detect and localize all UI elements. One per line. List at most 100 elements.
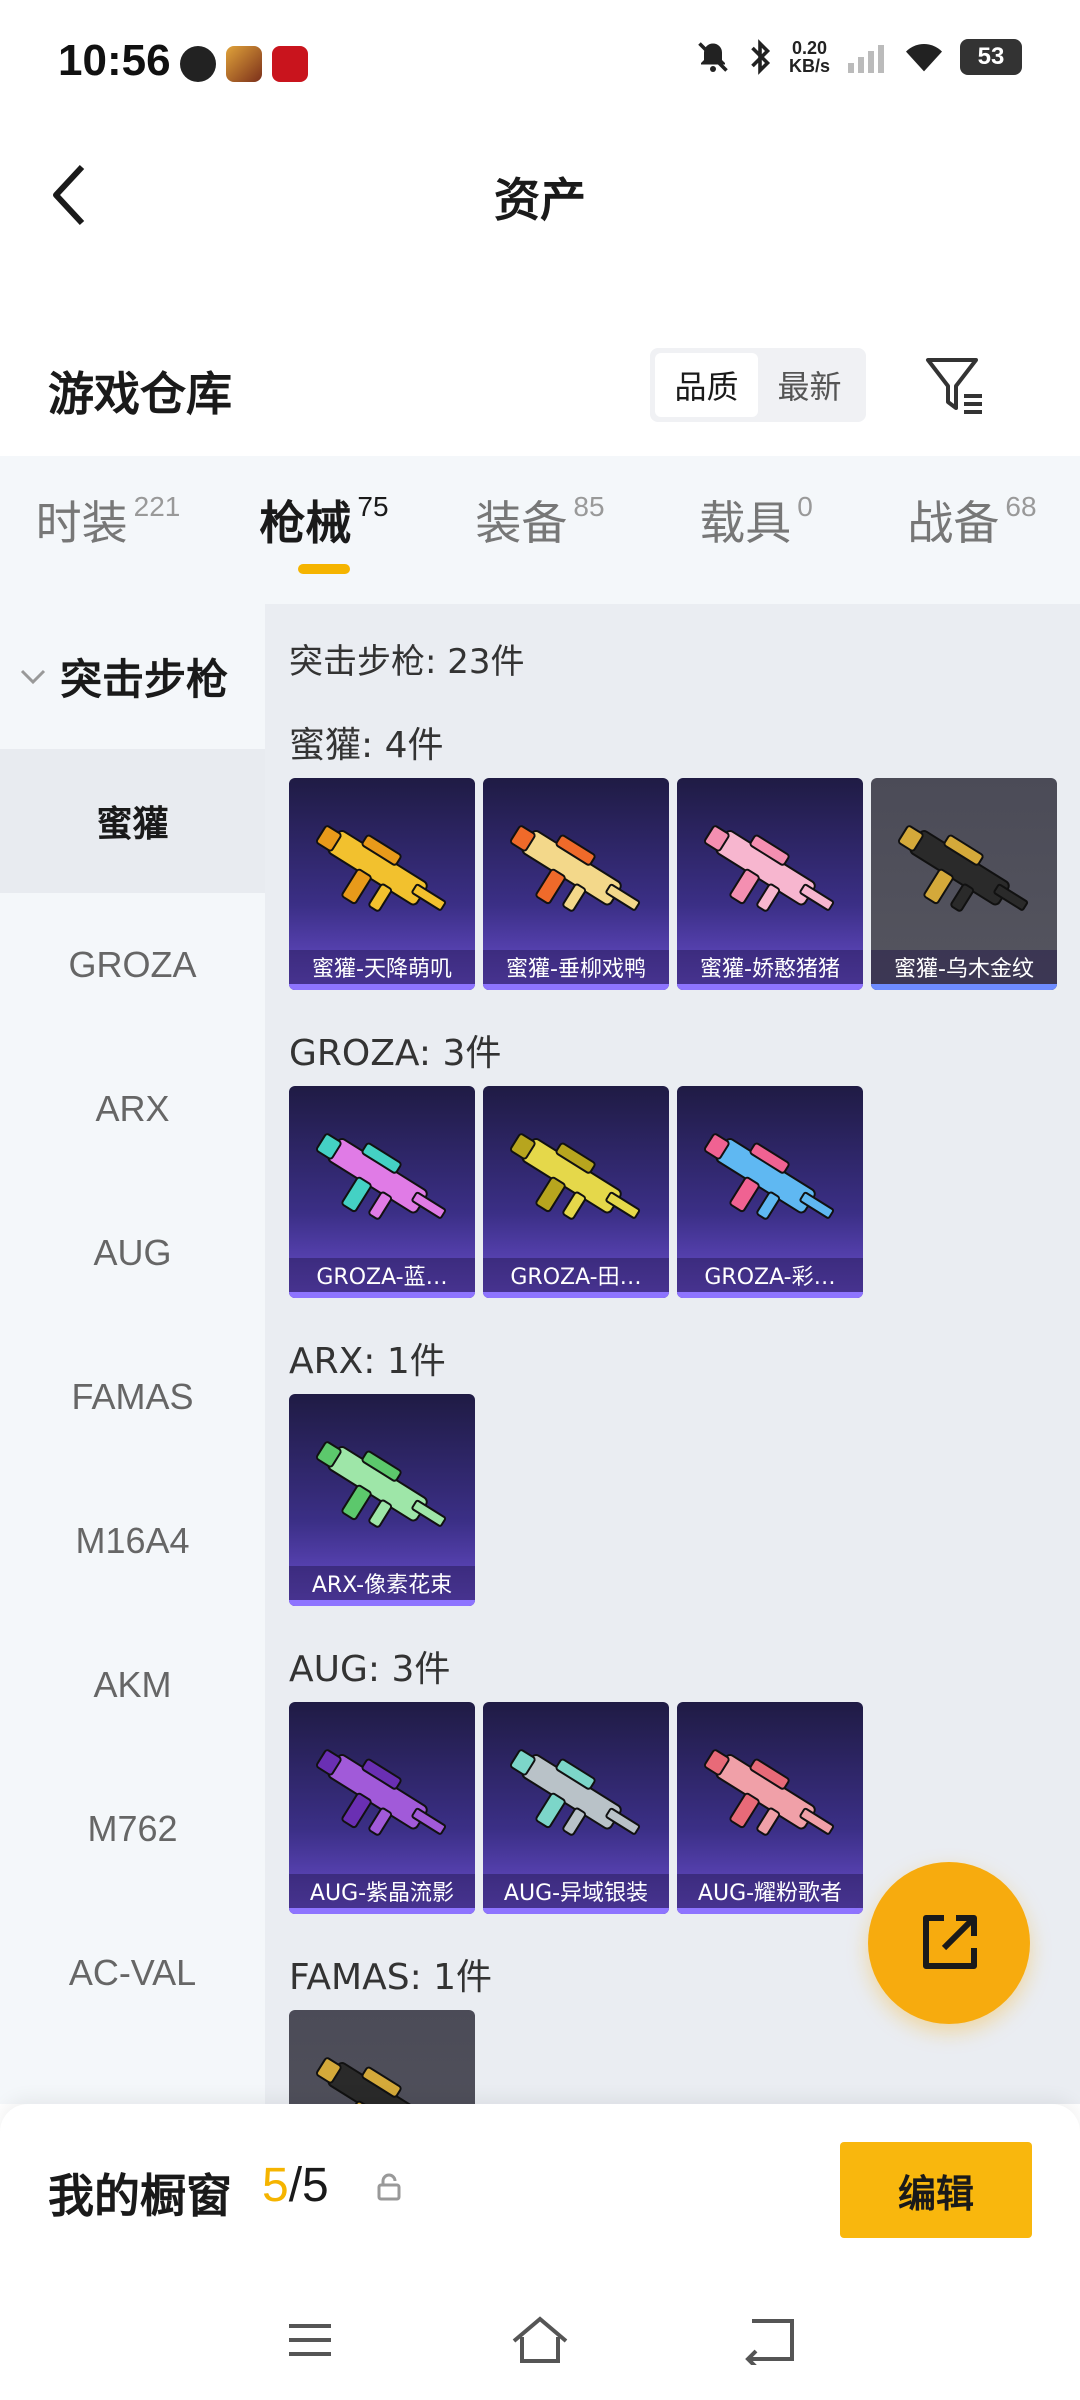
menu-icon — [289, 2324, 331, 2356]
rifle-icon — [697, 1112, 843, 1252]
tab-1[interactable]: 枪械 75 — [216, 456, 432, 604]
sort-by-newest[interactable]: 最新 — [758, 353, 861, 417]
rifle-icon — [309, 804, 455, 944]
sidebar-item[interactable]: M16A4 — [0, 1469, 265, 1613]
rarity-bar — [677, 1908, 863, 1914]
item-grid — [289, 2010, 475, 2104]
tab-label: 战备 — [907, 496, 1000, 550]
tab-active-indicator — [298, 564, 350, 574]
nav-home-button[interactable] — [505, 2305, 575, 2375]
status-indicators: 0.20 KB/s 53 — [695, 38, 1022, 76]
rarity-bar — [483, 984, 669, 990]
tab-label: 装备 — [475, 496, 568, 550]
network-speed-value: 0.20 — [791, 38, 828, 58]
back-arrow-icon — [745, 2319, 794, 2365]
weapon-skin-card[interactable]: ARX-像素花束 — [289, 1394, 475, 1606]
tab-count: 85 — [573, 491, 605, 522]
rifle-icon — [503, 1112, 649, 1252]
weapon-skin-card[interactable]: AUG-耀粉歌者 — [677, 1702, 863, 1914]
sort-by-quality[interactable]: 品质 — [655, 353, 758, 417]
sidebar-item[interactable]: AC-VAL — [0, 1901, 265, 2045]
nav-back-button[interactable] — [735, 2305, 805, 2375]
sidebar-item[interactable]: AUG — [0, 1181, 265, 1325]
weapon-skin-card[interactable]: AUG-异域银装 — [483, 1702, 669, 1914]
sidebar-group-assault-rifle[interactable]: 突击步枪 — [0, 604, 265, 749]
sort-toggle: 品质 最新 — [650, 348, 866, 422]
rifle-icon — [503, 1728, 649, 1868]
rarity-bar — [289, 984, 475, 990]
network-speed: 0.20 KB/s — [789, 39, 830, 75]
showcase-bar: 我的橱窗 5/5 编辑 — [0, 2104, 1080, 2280]
tab-count: 221 — [133, 491, 181, 522]
tab-0[interactable]: 时装 221 — [0, 456, 216, 604]
showcase-label: 我的橱窗 — [48, 2169, 232, 2223]
sidebar-group-label: 突击步枪 — [60, 655, 229, 704]
weapon-skin-card[interactable]: GROZA-彩… — [677, 1086, 863, 1298]
tab-count: 0 — [797, 491, 813, 522]
rifle-icon — [309, 1112, 455, 1252]
page-title: 资产 — [494, 173, 586, 227]
signal-icon — [848, 45, 884, 73]
status-bar: 10:56 0.20 KB/s 53 — [0, 0, 1080, 120]
share-external-icon — [923, 1915, 977, 1969]
weapon-skin-card[interactable] — [289, 2010, 475, 2104]
tab-label: 时装 — [35, 496, 128, 550]
rifle-icon — [503, 804, 649, 944]
sidebar-item[interactable]: AKM — [0, 1613, 265, 1757]
tab-2[interactable]: 装备 85 — [432, 456, 648, 604]
mute-bell-icon — [698, 42, 728, 72]
weapon-skin-card[interactable]: GROZA-田… — [483, 1086, 669, 1298]
section-title: AUG: 3件 — [289, 1649, 451, 1690]
rarity-bar — [483, 1292, 669, 1298]
sidebar-item[interactable]: 蜜獾 — [0, 749, 265, 893]
tab-label: 载具 — [699, 496, 792, 550]
showcase-current: 5 — [262, 2159, 289, 2212]
showcase-count: 5/5 — [262, 2158, 329, 2213]
filter-icon — [926, 358, 982, 414]
weapon-skin-card[interactable]: 蜜獾-娇憨猪猪 — [677, 778, 863, 990]
system-nav-bar — [0, 2280, 1080, 2400]
globe-icon — [180, 46, 216, 82]
weapon-skin-card[interactable]: GROZA-蓝… — [289, 1086, 475, 1298]
game-app-icon-2 — [272, 46, 308, 82]
weapon-skin-card[interactable]: 蜜獾-乌木金纹 — [871, 778, 1057, 990]
content-summary: 突击步枪: 23件 — [289, 642, 525, 682]
share-fab-button[interactable] — [868, 1862, 1030, 2024]
network-speed-unit: KB/s — [788, 56, 830, 76]
rarity-bar — [483, 1908, 669, 1914]
section-title: GROZA: 3件 — [289, 1033, 502, 1074]
home-icon — [512, 2316, 568, 2363]
game-app-icon — [226, 46, 262, 82]
item-grid: ARX-像素花束 — [289, 1394, 475, 1606]
weapon-skin-card[interactable]: AUG-紫晶流影 — [289, 1702, 475, 1914]
rifle-icon — [697, 804, 843, 944]
sidebar-item[interactable]: ARX — [0, 1037, 265, 1181]
rarity-bar — [289, 1600, 475, 1606]
status-app-icons — [180, 46, 308, 82]
section-title: ARX: 1件 — [289, 1341, 446, 1382]
sidebar-item[interactable]: FAMAS — [0, 1325, 265, 1469]
rifle-icon — [309, 1420, 455, 1560]
tab-label: 枪械 — [259, 496, 352, 550]
nav-menu-button[interactable] — [275, 2305, 345, 2375]
weapon-skin-card[interactable]: 蜜獾-天降萌叽 — [289, 778, 475, 990]
item-grid: GROZA-蓝… GROZA-田… GROZA-彩… — [289, 1086, 863, 1298]
rifle-icon — [309, 1728, 455, 1868]
showcase-total: 5 — [302, 2159, 329, 2212]
weapon-skin-card[interactable]: 蜜獾-垂柳戏鸭 — [483, 778, 669, 990]
rifle-icon — [891, 804, 1037, 944]
sidebar: 突击步枪 蜜獾 GROZA ARX AUG FAMAS M16A4 AKM M762 AC-VA… — [0, 604, 265, 2104]
sidebar-item[interactable]: M762 — [0, 1757, 265, 1901]
tab-4[interactable]: 战备 68 — [864, 456, 1080, 604]
showcase-separator: / — [288, 2159, 303, 2212]
rarity-bar — [289, 1292, 475, 1298]
rarity-bar — [289, 1908, 475, 1914]
filter-button[interactable] — [920, 350, 990, 420]
tab-3[interactable]: 载具 0 — [648, 456, 864, 604]
item-grid: 蜜獾-天降萌叽 蜜獾-垂柳戏鸭 蜜獾-娇憨猪猪 蜜獾-乌木金纹 — [289, 778, 1057, 990]
rifle-icon — [309, 2036, 455, 2104]
edit-button[interactable]: 编辑 — [840, 2142, 1032, 2238]
sidebar-item[interactable]: GROZA — [0, 893, 265, 1037]
tab-count: 68 — [1005, 491, 1037, 522]
wifi-icon — [906, 44, 942, 72]
